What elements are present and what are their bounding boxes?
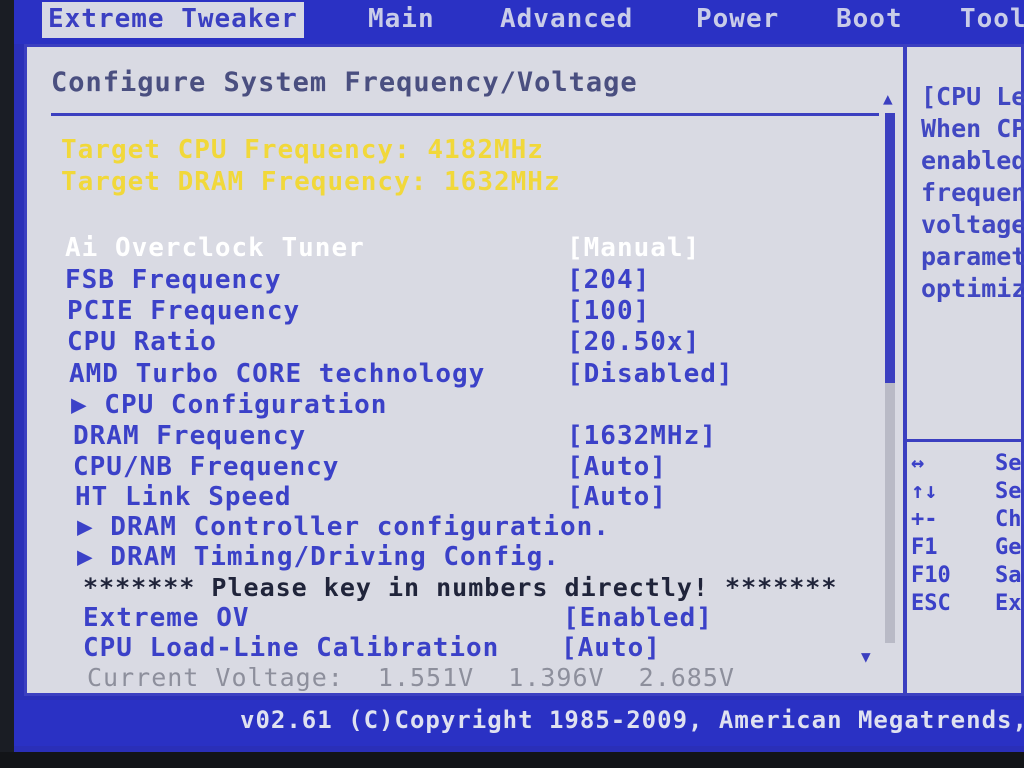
setting-label: PCIE Frequency — [67, 296, 301, 326]
setting-label: Extreme OV — [83, 603, 250, 633]
voltage-value: 1.396V — [508, 663, 605, 692]
voltage-value: 2.685V — [638, 663, 735, 692]
key-legend-f1: F1 Gene — [911, 535, 1024, 560]
key-name: ESC — [911, 591, 951, 616]
help-text: [CPU Le When CP enabled frequen voltages… — [921, 82, 1024, 303]
setting-value[interactable]: [Disabled] — [567, 359, 734, 389]
title-divider — [51, 113, 879, 116]
setting-value[interactable]: [204] — [567, 265, 650, 295]
key-description: Gene — [995, 535, 1024, 560]
help-pane: [CPU Le When CP enabled frequen voltages… — [907, 47, 1024, 693]
key-legend-select-item: ↑↓ Sele — [911, 479, 1024, 504]
setting-value[interactable]: [Auto] — [567, 452, 667, 482]
setting-label: AMD Turbo CORE technology — [69, 359, 486, 389]
tab-main[interactable]: Main — [368, 2, 435, 38]
current-voltage-readout: Current Voltage: 1.551V 1.396V 2.685V — [87, 663, 753, 692]
tab-boot[interactable]: Boot — [836, 2, 903, 38]
current-voltage-label: Current Voltage: — [87, 663, 344, 692]
key-legend-esc: ESC Exit — [911, 591, 1024, 616]
key-legend-select-screen: ↔ Sele — [911, 451, 1024, 476]
left-right-arrows-icon: ↔ — [911, 451, 925, 476]
key-description: Sele — [995, 479, 1024, 504]
tab-advanced[interactable]: Advanced — [500, 2, 633, 38]
setting-value[interactable]: [100] — [567, 296, 650, 326]
key-legend-f10: F10 Save — [911, 563, 1024, 588]
key-name: F1 — [911, 535, 938, 560]
tab-tool[interactable]: Tool — [960, 2, 1024, 38]
setting-value[interactable]: [20.50x] — [567, 327, 700, 357]
monitor-bezel — [0, 752, 1024, 768]
scroll-up-arrow-icon[interactable]: ▲ — [883, 89, 893, 108]
tab-bar: Extreme Tweaker Main Advanced Power Boot… — [14, 0, 1024, 44]
submenu-label: ▶ DRAM Controller configuration. — [77, 512, 610, 542]
key-description: Save — [995, 563, 1024, 588]
key-legend-change: +- Chan — [911, 507, 1024, 532]
setting-value[interactable]: [Enabled] — [563, 603, 713, 633]
tab-extreme-tweaker[interactable]: Extreme Tweaker — [42, 2, 304, 38]
setting-label: Ai Overclock Tuner — [65, 233, 365, 263]
voltage-value: 1.551V — [377, 663, 475, 692]
setting-value[interactable]: [Auto] — [567, 482, 667, 512]
main-panel: Configure System Frequency/Voltage Targe… — [24, 44, 1024, 696]
scrollbar-thumb[interactable] — [885, 113, 895, 383]
setting-value[interactable]: [1632MHz] — [567, 421, 717, 451]
up-down-arrows-icon: ↑↓ — [911, 479, 938, 504]
submenu-label: ▶ CPU Configuration — [71, 390, 388, 420]
target-cpu-frequency: Target CPU Frequency: 4182MHz — [61, 135, 544, 165]
setting-label: HT Link Speed — [75, 482, 292, 512]
tab-power[interactable]: Power — [696, 2, 779, 38]
setting-label: FSB Frequency — [65, 265, 282, 295]
setting-label: CPU Ratio — [67, 327, 217, 357]
setting-value[interactable]: [Manual] — [567, 233, 700, 263]
scroll-down-arrow-icon[interactable]: ▼ — [861, 647, 871, 666]
key-name: F10 — [911, 563, 951, 588]
setting-label: DRAM Frequency — [73, 421, 307, 451]
numeric-entry-note: ******* Please key in numbers directly! … — [83, 573, 838, 602]
bios-screen: Extreme Tweaker Main Advanced Power Boot… — [14, 0, 1024, 752]
key-description: Chan — [995, 507, 1024, 532]
key-description: Sele — [995, 451, 1024, 476]
key-description: Exit — [995, 591, 1024, 616]
setting-label: CPU Load-Line Calibration — [83, 633, 500, 663]
target-dram-frequency: Target DRAM Frequency: 1632MHz — [61, 167, 561, 197]
setting-value[interactable]: [Auto] — [561, 633, 661, 663]
section-title: Configure System Frequency/Voltage — [51, 67, 638, 98]
copyright-text: v02.61 (C)Copyright 1985-2009, American … — [240, 706, 1024, 734]
copyright-footer: v02.61 (C)Copyright 1985-2009, American … — [14, 700, 1024, 746]
settings-pane: Configure System Frequency/Voltage Targe… — [27, 47, 895, 693]
help-divider — [907, 439, 1024, 442]
setting-label: CPU/NB Frequency — [73, 452, 340, 482]
submenu-label: ▶ DRAM Timing/Driving Config. — [77, 542, 560, 572]
plus-minus-icon: +- — [911, 507, 938, 532]
